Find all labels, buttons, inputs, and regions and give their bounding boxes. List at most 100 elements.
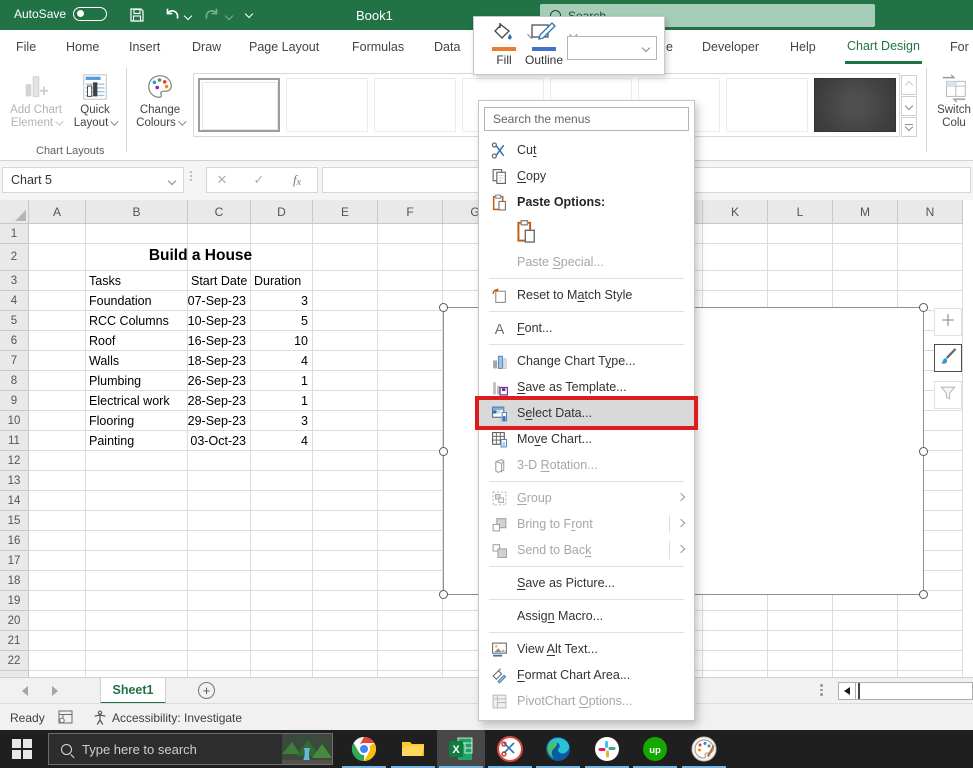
cell[interactable] — [703, 244, 768, 271]
cell[interactable] — [703, 631, 768, 651]
cell[interactable] — [378, 411, 443, 431]
chart-resize-handle[interactable] — [439, 590, 448, 599]
cell[interactable] — [29, 271, 86, 291]
cell[interactable] — [768, 224, 833, 244]
cell[interactable] — [29, 291, 86, 311]
menu-item-copy[interactable]: Copy — [479, 163, 694, 189]
cell-C9[interactable]: 28-Sep-23 — [188, 391, 251, 411]
tab-data[interactable]: Data — [432, 30, 462, 64]
cell[interactable] — [833, 244, 898, 271]
row-header-5[interactable]: 5 — [0, 311, 29, 331]
sheet-tab-sheet1[interactable]: Sheet1 — [100, 678, 166, 704]
cell[interactable] — [313, 471, 378, 491]
cell[interactable] — [833, 271, 898, 291]
cell[interactable] — [378, 491, 443, 511]
menu-item-view-alt-text[interactable]: View Alt Text... — [479, 636, 694, 662]
cell[interactable] — [29, 611, 86, 631]
cell[interactable] — [768, 611, 833, 631]
cell[interactable] — [313, 451, 378, 471]
row-header-7[interactable]: 7 — [0, 351, 29, 371]
cell[interactable] — [898, 611, 963, 631]
cell-B4[interactable]: Foundation — [86, 291, 188, 311]
menu-item-select-data[interactable]: Select Data... — [479, 400, 694, 426]
cell-B10[interactable]: Flooring — [86, 411, 188, 431]
cell[interactable] — [898, 224, 963, 244]
tab-home[interactable]: Home — [64, 30, 101, 64]
cell[interactable] — [188, 451, 251, 471]
cell[interactable] — [29, 331, 86, 351]
start-button[interactable] — [12, 739, 32, 759]
cell[interactable] — [703, 611, 768, 631]
cell-B7[interactable]: Walls — [86, 351, 188, 371]
cell[interactable] — [188, 224, 251, 244]
cell[interactable] — [251, 611, 313, 631]
cell[interactable] — [898, 271, 963, 291]
menu-item-paste-options[interactable]: Paste Options: — [479, 189, 694, 215]
cell[interactable] — [29, 591, 86, 611]
cell[interactable] — [378, 471, 443, 491]
cell-D4[interactable]: 3 — [251, 291, 313, 311]
cell[interactable] — [86, 491, 188, 511]
cell[interactable] — [29, 531, 86, 551]
taskbar-app-upwork[interactable]: up — [631, 730, 679, 768]
cell[interactable] — [29, 351, 86, 371]
cell-C7[interactable]: 18-Sep-23 — [188, 351, 251, 371]
cell[interactable] — [29, 571, 86, 591]
tab-file[interactable]: File — [14, 30, 38, 64]
cell[interactable] — [313, 631, 378, 651]
taskbar-app-excel[interactable]: X — [437, 730, 485, 768]
cell[interactable] — [313, 311, 378, 331]
chart-filters-button[interactable] — [934, 381, 962, 409]
menu-item-font[interactable]: AFont... — [479, 315, 694, 341]
cell[interactable] — [378, 531, 443, 551]
row-header-11[interactable]: 11 — [0, 431, 29, 451]
cell[interactable] — [86, 591, 188, 611]
cell[interactable] — [313, 491, 378, 511]
chart-resize-handle[interactable] — [919, 447, 928, 456]
row-header-21[interactable]: 21 — [0, 631, 29, 651]
cell-C10[interactable]: 29-Sep-23 — [188, 411, 251, 431]
accessibility-status[interactable]: Accessibility: Investigate — [112, 711, 242, 725]
menu-item-assign-macro[interactable]: Assign Macro... — [479, 603, 694, 629]
chart-style-thumbnail[interactable] — [374, 78, 456, 132]
gallery-more-button[interactable] — [901, 117, 917, 137]
style-combo-box[interactable] — [567, 36, 657, 60]
hscroll-left-button[interactable] — [838, 682, 856, 700]
menu-item-format-chart-area[interactable]: Format Chart Area... — [479, 662, 694, 688]
cell-D5[interactable]: 5 — [251, 311, 313, 331]
undo-dropdown-icon[interactable] — [185, 13, 192, 20]
cell[interactable] — [251, 591, 313, 611]
cell[interactable] — [251, 511, 313, 531]
row-header-3[interactable]: 3 — [0, 271, 29, 291]
accessibility-icon[interactable] — [92, 710, 108, 725]
cell[interactable] — [29, 631, 86, 651]
cell[interactable] — [313, 651, 378, 671]
cell-C3[interactable]: Start Date — [188, 271, 251, 291]
row-header-10[interactable]: 10 — [0, 411, 29, 431]
cell[interactable] — [188, 471, 251, 491]
cell[interactable] — [703, 271, 768, 291]
menu-item-save-as-picture[interactable]: Save as Picture... — [479, 570, 694, 596]
cell[interactable] — [188, 551, 251, 571]
cell[interactable] — [86, 551, 188, 571]
tab-help[interactable]: Help — [788, 30, 818, 64]
cell[interactable] — [833, 631, 898, 651]
outline-button[interactable]: Outline — [521, 21, 567, 67]
chart-style-thumbnail[interactable] — [814, 78, 896, 132]
tab-draw[interactable]: Draw — [190, 30, 223, 64]
menu-item-change-chart-type[interactable]: Change Chart Type... — [479, 348, 694, 374]
cell-C8[interactable]: 26-Sep-23 — [188, 371, 251, 391]
chart-style-thumbnail[interactable] — [286, 78, 368, 132]
cell[interactable] — [378, 631, 443, 651]
horizontal-scrollbar[interactable] — [856, 682, 973, 700]
cell[interactable] — [251, 571, 313, 591]
chart-styles-button[interactable] — [934, 344, 962, 372]
row-header-13[interactable]: 13 — [0, 471, 29, 491]
taskbar-search[interactable]: Type here to search — [48, 733, 333, 765]
insert-function-icon[interactable]: fx — [281, 167, 313, 193]
tab-for[interactable]: For — [948, 30, 971, 64]
cell-B6[interactable]: Roof — [86, 331, 188, 351]
cell-D11[interactable]: 4 — [251, 431, 313, 451]
cell[interactable] — [86, 631, 188, 651]
cell-D7[interactable]: 4 — [251, 351, 313, 371]
